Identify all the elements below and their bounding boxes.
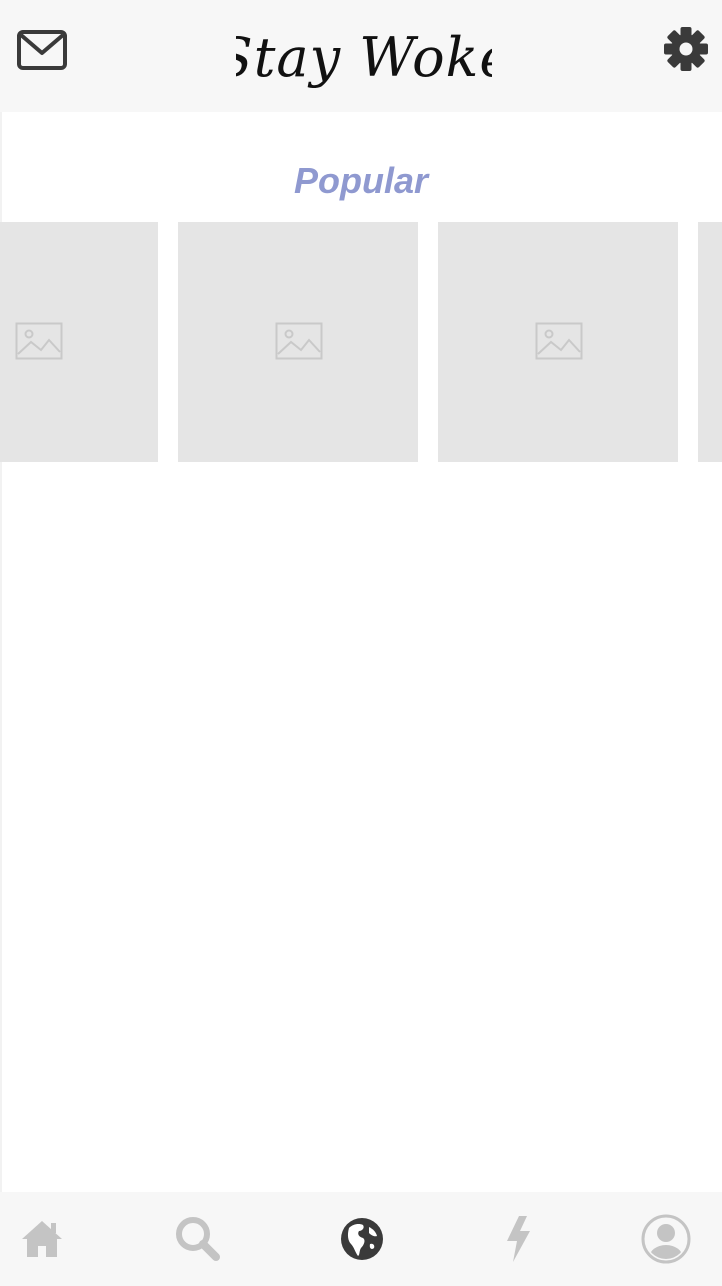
popular-card[interactable]	[698, 222, 722, 462]
app-logo[interactable]: Stay Woke	[216, 14, 512, 110]
popular-carousel[interactable]	[0, 222, 722, 462]
section-title: Popular	[293, 160, 428, 201]
bottom-nav	[0, 1192, 722, 1286]
lightning-icon	[507, 1216, 530, 1262]
image-placeholder-icon	[275, 322, 323, 360]
nav-home[interactable]	[2, 1192, 82, 1286]
popular-card[interactable]	[178, 222, 418, 462]
nav-profile[interactable]	[626, 1192, 706, 1286]
gear-icon	[664, 27, 708, 71]
profile-icon	[641, 1214, 691, 1264]
popular-card[interactable]	[438, 222, 678, 462]
home-icon	[22, 1221, 62, 1257]
app-logo-text: Stay Woke	[236, 26, 492, 89]
nav-activity[interactable]	[478, 1192, 558, 1286]
globe-icon	[341, 1218, 383, 1260]
image-placeholder-icon	[535, 322, 583, 360]
popular-card[interactable]	[0, 222, 158, 462]
nav-explore[interactable]	[322, 1192, 402, 1286]
settings-button[interactable]	[662, 24, 710, 74]
nav-search[interactable]	[158, 1192, 238, 1286]
messages-button[interactable]	[14, 26, 70, 74]
image-placeholder-icon	[15, 322, 63, 360]
search-icon	[176, 1217, 220, 1261]
top-bar: Stay Woke	[0, 0, 722, 112]
envelope-icon	[17, 30, 67, 70]
